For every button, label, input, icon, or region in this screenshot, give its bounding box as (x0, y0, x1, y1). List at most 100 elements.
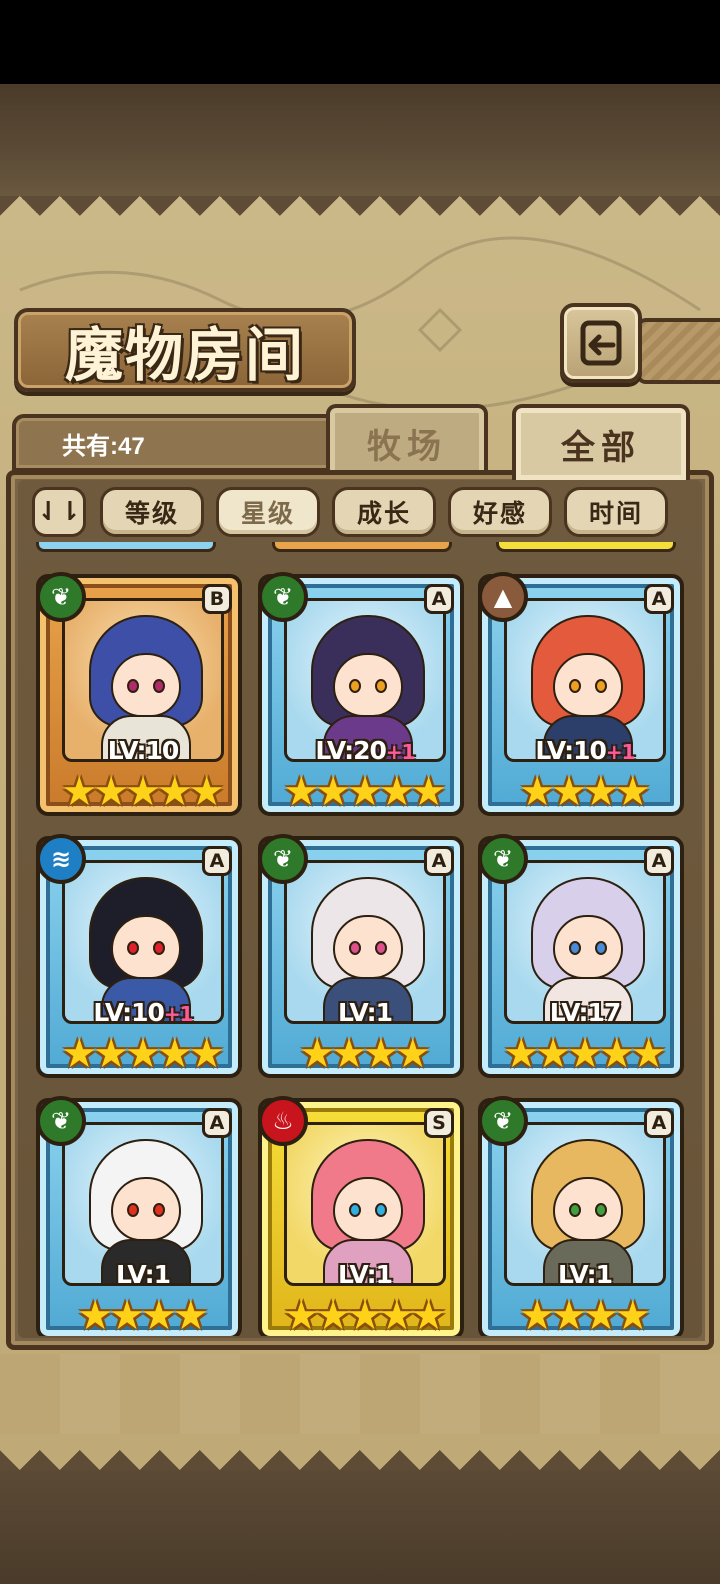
leaf-element-icon: ❦ (478, 834, 528, 884)
star-icon: ★ (519, 1293, 556, 1336)
star-icon: ★ (535, 1031, 572, 1077)
level-text: LV:20 (315, 736, 387, 765)
monster-card[interactable]: ❦ A LV:1 ★ ★ ★ ★ (478, 1096, 684, 1336)
tab-all[interactable]: 全部 (512, 404, 690, 480)
tab-label: 全部 (561, 427, 641, 468)
star-icon: ★ (93, 769, 130, 815)
star-icon: ★ (410, 769, 447, 815)
star-rating: ★ ★ ★ ★ ★ (262, 1292, 468, 1336)
status-bar (0, 0, 720, 84)
tab-label: 牧场 (367, 426, 447, 467)
sort-star-button[interactable]: 星级 (216, 487, 320, 537)
monster-count: 共有:47 (62, 432, 145, 460)
star-icon: ★ (188, 769, 225, 815)
monster-card[interactable]: ❦ A LV:1 ★ ★ ★ ★ (36, 1096, 242, 1336)
star-icon: ★ (503, 1031, 540, 1077)
monster-level: LV:10+1 (482, 736, 688, 765)
star-icon: ★ (551, 769, 587, 815)
monster-card[interactable]: ▲ A LV:10+1 ★ ★ ★ ★ (478, 572, 684, 816)
monster-eye (349, 1203, 361, 1217)
rank-badge: A (424, 584, 454, 614)
star-icon: ★ (347, 769, 383, 815)
star-icon: ★ (188, 1031, 225, 1077)
star-icon: ★ (77, 1293, 114, 1336)
star-icon: ★ (156, 769, 193, 815)
monster-face (553, 1177, 623, 1241)
star-icon: ★ (283, 1293, 320, 1336)
star-icon: ★ (172, 1293, 209, 1336)
monster-face (553, 653, 623, 717)
tab-ranch[interactable]: 牧场 (326, 404, 488, 478)
back-button[interactable] (560, 303, 642, 383)
water-element-icon: ≋ (36, 834, 86, 884)
monster-card[interactable]: ❦ A LV:1 ★ ★ ★ ★ (258, 834, 464, 1078)
monster-level: LV:10+1 (40, 998, 246, 1027)
monster-count-bar: 共有:47 (12, 414, 342, 472)
rank-badge: A (202, 1108, 232, 1138)
monster-level: LV:1 (262, 1260, 468, 1289)
monster-card[interactable]: ❦ B LV:10 ★ ★ ★ ★ ★ (36, 572, 242, 816)
star-icon: ★ (583, 769, 619, 815)
monster-face (111, 653, 181, 717)
star-rating: ★ ★ ★ ★ ★ (482, 1030, 688, 1078)
star-rating: ★ ★ ★ ★ (262, 1030, 468, 1078)
monster-level: LV:20+1 (262, 736, 468, 765)
star-icon: ★ (630, 1031, 667, 1077)
monster-eye (569, 679, 581, 693)
torn-edge-bottom (0, 1430, 720, 1470)
rank-badge: A (424, 846, 454, 876)
star-icon: ★ (551, 1293, 587, 1336)
sort-affection-button[interactable]: 好感 (448, 487, 552, 537)
star-rating: ★ ★ ★ ★ (482, 1292, 688, 1336)
star-icon: ★ (347, 1293, 383, 1336)
sort-label: 成长 (356, 499, 411, 528)
monster-card[interactable]: ❦ A LV:20+1 ★ ★ ★ ★ ★ (258, 572, 464, 816)
monster-eye (349, 679, 361, 693)
level-bonus: +1 (163, 1002, 194, 1026)
sort-label: 星级 (240, 499, 295, 528)
monster-card[interactable]: ❦ A LV:17 ★ ★ ★ ★ ★ (478, 834, 684, 1078)
monster-level: LV:1 (482, 1260, 688, 1289)
level-text: LV:10 (535, 736, 607, 765)
leaf-element-icon: ❦ (36, 572, 86, 622)
sort-order-icon: ⇃⇂ (37, 497, 81, 527)
level-text: LV:1 (115, 1260, 171, 1289)
partial-card[interactable] (272, 542, 452, 552)
monster-eye (595, 679, 607, 693)
sort-label: 好感 (472, 499, 527, 528)
star-icon: ★ (141, 1293, 177, 1336)
rank-badge: A (202, 846, 232, 876)
monster-card[interactable]: ≋ A LV:10+1 ★ ★ ★ ★ ★ (36, 834, 242, 1078)
level-text: LV:17 (549, 998, 622, 1027)
rank-badge: B (202, 584, 232, 614)
star-icon: ★ (363, 1031, 399, 1077)
monster-card[interactable]: ♨ S LV:1 ★ ★ ★ ★ ★ (258, 1096, 464, 1336)
star-icon: ★ (125, 769, 161, 815)
star-icon: ★ (315, 769, 352, 815)
sort-growth-button[interactable]: 成长 (332, 487, 436, 537)
partial-card[interactable] (496, 542, 676, 552)
sort-level-button[interactable]: 等级 (100, 487, 204, 537)
star-icon: ★ (331, 1031, 367, 1077)
sort-time-button[interactable]: 时间 (564, 487, 668, 537)
monster-level: LV:17 (482, 998, 688, 1027)
monster-eye (127, 941, 139, 955)
level-bonus: +1 (385, 740, 416, 764)
sort-order-toggle[interactable]: ⇃⇂ (32, 487, 86, 537)
monster-eye (375, 941, 387, 955)
partial-card[interactable] (36, 542, 216, 552)
star-rating: ★ ★ ★ ★ ★ (262, 768, 468, 816)
monster-eye (595, 1203, 607, 1217)
level-bonus: +1 (605, 740, 636, 764)
monster-eye (375, 1203, 387, 1217)
leaf-element-icon: ❦ (258, 572, 308, 622)
leaf-element-icon: ❦ (258, 834, 308, 884)
rank-badge: A (644, 584, 674, 614)
return-arrow-icon (580, 320, 622, 366)
monster-face (333, 653, 403, 717)
star-icon: ★ (315, 1293, 352, 1336)
rank-badge: A (644, 846, 674, 876)
monster-level: LV:1 (40, 1260, 246, 1289)
star-icon: ★ (61, 1031, 98, 1077)
level-text: LV:1 (337, 998, 393, 1027)
